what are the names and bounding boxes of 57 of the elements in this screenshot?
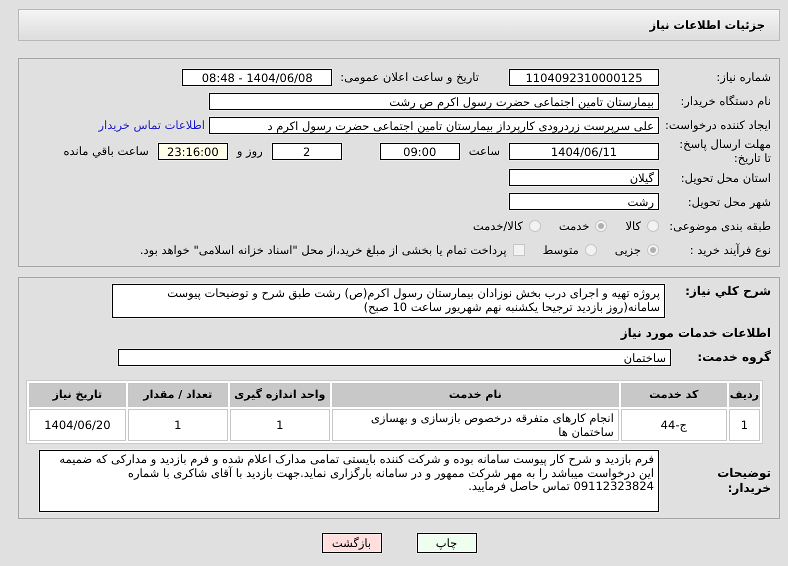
checkbox[interactable] [512,244,525,256]
buyer-contact-link[interactable]: اطلاعات تماس خریدار [98,118,209,132]
table-cell: ج-44 [620,408,727,441]
service-group-field: ساختمان [118,349,671,366]
days-field: 2 [272,142,342,160]
remaining-time-field: 23:16:00 [158,142,228,160]
field-label: تاریخ و ساعت اعلان عمومی: [339,70,480,84]
radio-label: کالا/خدمت [472,218,523,233]
field-label: توضیحات خریدار: [716,466,771,496]
field-label: استان محل تحویل: [680,170,772,185]
field-label: گروه خدمت: [696,350,771,366]
column-header: واحد اندازه گیری [230,382,330,407]
radio-label: کالا [625,218,641,233]
section-title: اطلاعات خدمات مورد نياز [619,326,771,340]
buyer-name-field: بیمارستان تامین اجتماعی حضرت رسول اکرم ص رشت [209,92,659,110]
table-cell: انجام کارهای متفرقه درخصوص بازسازی و بهسازی ساختمان ها [332,408,619,441]
column-header: کد خدمت [620,382,727,407]
radio-button[interactable] [528,220,541,232]
radio-label: جزیی [614,242,641,257]
checkbox-label: پرداخت تمام یا بخشی از مبلغ خرید،از محل "اسناد خزانه اسلامی" خواهد بود. [140,242,507,257]
field-label: ساعت [468,144,501,158]
field-label: مهلت ارسال پاسخ: تا تاریخ: [678,137,772,166]
announce-date-field: 1404/06/08 - 08:48 [182,68,332,86]
column-header: نام خدمت [332,382,619,407]
field-label: طبقه بندی موضوعی: [668,218,772,233]
field-label: ایجاد کننده درخواست: [664,118,772,132]
field-label: نام دستگاه خریدار: [679,94,772,108]
need-number-field: 1104092310000125 [509,68,659,86]
field-label: روز و [235,144,264,158]
province-field: گیلان [509,169,659,186]
column-header: تاریخ نیاز [29,382,126,407]
field-label: نوع فرآیند خرید : [688,242,772,257]
radio-label: متوسط [542,242,579,257]
table-cell: 1 [128,408,228,441]
column-header: تعداد / مقدار [128,382,228,407]
back-button[interactable]: بازگشت [322,532,382,553]
radio-label: خدمت [558,218,590,233]
print-button[interactable]: چاپ [416,532,476,553]
deadline-time-field: 09:00 [380,142,460,160]
field-label: شهر محل تحویل: [686,194,772,209]
radio-button[interactable] [595,220,608,232]
table-cell: 1 [230,408,330,441]
field-label: شماره نیاز: [715,70,772,84]
creator-field: علی سرپرست زردرودی کارپرداز بیمارستان تامین اجتماعی حضرت رسول اکرم د [209,116,659,134]
radio-button[interactable] [647,244,659,256]
description-box: پروژه تهیه و اجرای درب بخش نوزادان بیمارستان رسول اکرم(ص) رشت طبق شرح و توضیحات پیوست سامانه(روز بازدید ترجیحا یکشنبه نهم شهریور ساعت 10 صبح) [112,284,665,318]
table-cell: 1 [728,408,760,441]
deadline-date-field: 1404/06/11 [509,142,659,160]
buyer-notes-box: فرم بازدید و شرح کار پیوست سامانه بوده و شرکت کننده بایستی تمامی مدارک اعلام شده و فرم بازدید و مدارکی که ضمیمه این درخواست میباشد را به مهر شرکت ممهور و در سامانه بارگزاری نماید.جهت بازدید با آقای شاکری با شماره 09112323824 تماس حاصل فرمایید. [39,450,659,512]
radio-button[interactable] [584,244,597,256]
radio-button[interactable] [647,220,659,232]
city-field: رشت [509,193,659,210]
table-cell: 1404/06/20 [29,408,126,441]
field-label: ساعت باقي مانده [62,144,150,158]
page-title: جزئیات اطلاعات نیاز [649,18,765,32]
field-label: شرح کلي نياز: [684,284,771,299]
column-header: ردیف [728,382,760,407]
